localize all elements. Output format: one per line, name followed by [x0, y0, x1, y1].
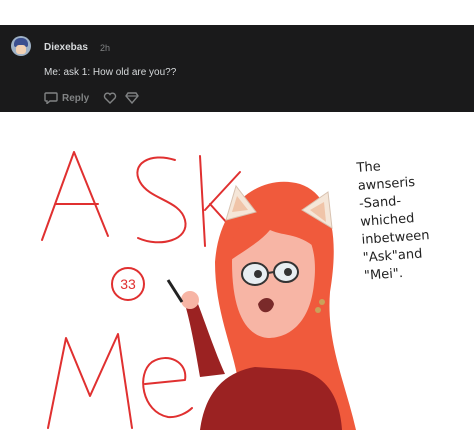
age-badge-number: 33 [120, 276, 136, 292]
comment-actions: Reply [44, 91, 140, 105]
heart-icon [104, 92, 117, 104]
avatar-face [16, 45, 26, 54]
award-button[interactable] [125, 92, 140, 104]
comment-username[interactable]: Diexebas [44, 42, 88, 53]
comment-timestamp: 2h [100, 43, 111, 53]
ask-text-drawing [41, 151, 247, 247]
character-illustration [166, 181, 356, 430]
award-icon [125, 92, 140, 104]
comment-body: Me: ask 1: How old are you?? [44, 67, 177, 78]
user-avatar[interactable] [11, 36, 31, 56]
me-text-drawing [47, 333, 193, 429]
reply-label: Reply [62, 92, 90, 104]
age-badge: 33 [111, 267, 145, 301]
reply-button[interactable]: Reply [44, 92, 89, 104]
like-button[interactable] [103, 92, 117, 104]
comment-card: Diexebas 2h Me: ask 1: How old are you??… [0, 25, 474, 112]
side-note-text: The awnseris -Sand- whiched inbetween "A… [356, 159, 431, 284]
speech-bubble-icon [44, 92, 58, 104]
